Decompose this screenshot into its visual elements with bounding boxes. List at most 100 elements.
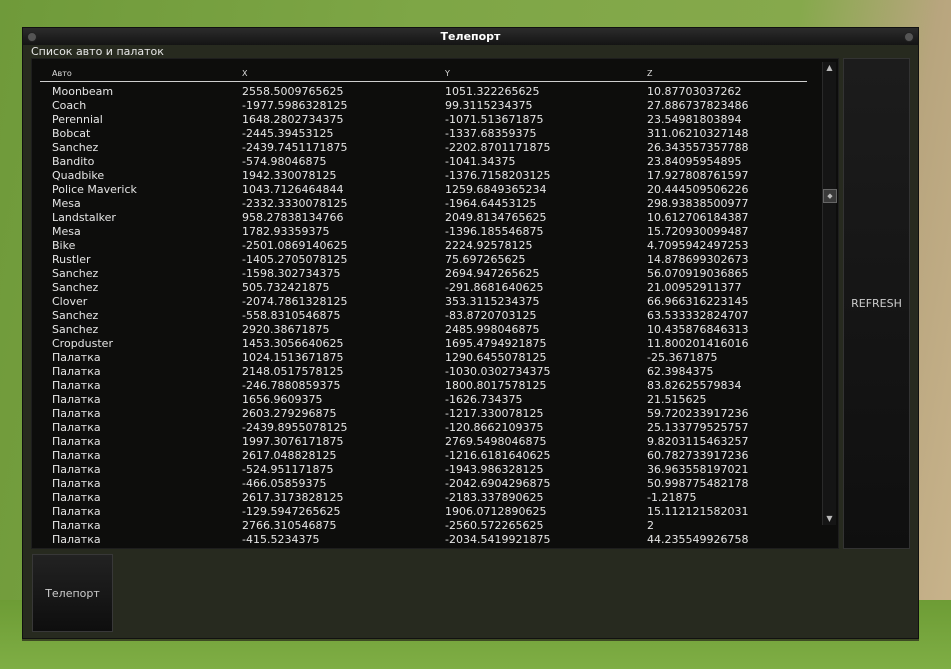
cell-name: Bobcat: [52, 127, 91, 140]
cell-y: -2034.5419921875: [445, 533, 551, 546]
cell-z: 36.963558197021: [647, 463, 749, 476]
column-header-x[interactable]: X: [242, 69, 247, 78]
cell-y: -1626.734375: [445, 393, 523, 406]
cell-y: 99.3115234375: [445, 99, 533, 112]
cell-y: 2049.8134765625: [445, 211, 547, 224]
cell-z: 11.800201416016: [647, 337, 749, 350]
cell-name: Палатка: [52, 533, 101, 546]
list-row[interactable]: Sanchez 2920.38671875 2485.998046875 10.435…: [40, 323, 807, 337]
list-row[interactable]: Палатка -524.951171875 -1943.986328125 36.9…: [40, 463, 807, 477]
list-row[interactable]: Sanchez -558.8310546875 -83.8720703125 63.5…: [40, 309, 807, 323]
list-row[interactable]: Палатка 1656.9609375 -1626.734375 21.515625: [40, 393, 807, 407]
cell-y: -2202.8701171875: [445, 141, 551, 154]
list-row[interactable]: Палатка 2617.048828125 -1216.6181640625 60.…: [40, 449, 807, 463]
column-header-z[interactable]: Z: [647, 69, 652, 78]
cell-z: 10.612706184387: [647, 211, 749, 224]
cell-y: 1906.0712890625: [445, 505, 547, 518]
list-row[interactable]: Палатка 1024.1513671875 1290.6455078125 -25…: [40, 351, 807, 365]
cell-x: 2920.38671875: [242, 323, 330, 336]
cell-name: Палатка: [52, 351, 101, 364]
cell-z: -1.21875: [647, 491, 697, 504]
cell-x: 1648.2802734375: [242, 113, 344, 126]
list-row[interactable]: Perennial 1648.2802734375 -1071.513671875 2…: [40, 113, 807, 127]
cell-z: 27.886737823486: [647, 99, 749, 112]
cell-x: -2074.7861328125: [242, 295, 348, 308]
list-row[interactable]: Палатка 2617.3173828125 -2183.337890625 -1.…: [40, 491, 807, 505]
scroll-up-arrow-icon[interactable]: ▲: [823, 62, 836, 74]
cell-name: Палатка: [52, 491, 101, 504]
vehicle-list[interactable]: Авто X Y Z Moonbeam 2558.5009765625 1051.3…: [31, 58, 839, 549]
scroll-down-arrow-icon[interactable]: ▼: [823, 513, 836, 525]
refresh-button[interactable]: REFRESH: [843, 58, 910, 549]
list-row[interactable]: Палатка -466.05859375 -2042.6904296875 50.9…: [40, 477, 807, 491]
column-header-y[interactable]: Y: [445, 69, 450, 78]
list-row[interactable]: Moonbeam 2558.5009765625 1051.322265625 10.…: [40, 85, 807, 99]
cell-name: Quadbike: [52, 169, 105, 182]
list-row[interactable]: Палатка 1997.3076171875 2769.5498046875 9.8…: [40, 435, 807, 449]
list-row[interactable]: Палатка -2439.8955078125 -120.8662109375 25…: [40, 421, 807, 435]
cell-name: Cropduster: [52, 337, 113, 350]
cell-z: 44.235549926758: [647, 533, 749, 546]
cell-z: 15.720930099487: [647, 225, 749, 238]
cell-z: 4.7095942497253: [647, 239, 749, 252]
cell-name: Палатка: [52, 463, 101, 476]
cell-name: Bike: [52, 239, 76, 252]
list-row[interactable]: Палатка 2148.0517578125 -1030.0302734375 62…: [40, 365, 807, 379]
cell-z: 23.54981803894: [647, 113, 742, 126]
list-row[interactable]: Палатка 2766.310546875 -2560.572265625 2: [40, 519, 807, 533]
window-close-icon[interactable]: [904, 32, 914, 42]
list-row[interactable]: Палатка 2603.279296875 -1217.330078125 59.7…: [40, 407, 807, 421]
list-row[interactable]: Cropduster 1453.3056640625 1695.4794921875…: [40, 337, 807, 351]
cell-name: Палатка: [52, 365, 101, 378]
scrollbar[interactable]: ▲ ◆ ▼: [822, 62, 837, 525]
cell-y: 1800.8017578125: [445, 379, 547, 392]
cell-name: Палатка: [52, 505, 101, 518]
cell-x: -415.5234375: [242, 533, 320, 546]
cell-z: 9.8203115463257: [647, 435, 749, 448]
list-row[interactable]: Sanchez 505.732421875 -291.8681640625 21.00…: [40, 281, 807, 295]
cell-x: -524.951171875: [242, 463, 334, 476]
cell-x: 958.27838134766: [242, 211, 344, 224]
cell-z: 25.133779525757: [647, 421, 749, 434]
cell-x: -129.5947265625: [242, 505, 341, 518]
cell-name: Sanchez: [52, 281, 99, 294]
cell-y: -120.8662109375: [445, 421, 544, 434]
cell-y: 1259.6849365234: [445, 183, 547, 196]
cell-y: -1396.185546875: [445, 225, 544, 238]
cell-name: Rustler: [52, 253, 91, 266]
list-row[interactable]: Sanchez -2439.7451171875 -2202.8701171875 2…: [40, 141, 807, 155]
cell-z: 83.82625579834: [647, 379, 742, 392]
list-row[interactable]: Mesa -2332.3330078125 -1964.64453125 298.93…: [40, 197, 807, 211]
cell-x: -2332.3330078125: [242, 197, 348, 210]
list-row[interactable]: Sanchez -1598.302734375 2694.947265625 56.0…: [40, 267, 807, 281]
list-row[interactable]: Bike -2501.0869140625 2224.92578125 4.70959…: [40, 239, 807, 253]
list-row[interactable]: Mesa 1782.93359375 -1396.185546875 15.72093…: [40, 225, 807, 239]
list-row[interactable]: Bandito -574.98046875 -1041.34375 23.840959…: [40, 155, 807, 169]
list-row[interactable]: Landstalker 958.27838134766 2049.813476562…: [40, 211, 807, 225]
cell-y: -1337.68359375: [445, 127, 537, 140]
list-header: Авто X Y Z: [40, 69, 807, 82]
cell-name: Палатка: [52, 477, 101, 490]
list-row[interactable]: Police Maverick 1043.7126464844 1259.68493…: [40, 183, 807, 197]
cell-y: 353.3115234375: [445, 295, 540, 308]
cell-z: 63.533332824707: [647, 309, 749, 322]
list-row[interactable]: Палатка -129.5947265625 1906.0712890625 15.…: [40, 505, 807, 519]
cell-z: 23.84095954895: [647, 155, 742, 168]
list-row[interactable]: Coach -1977.5986328125 99.3115234375 27.886…: [40, 99, 807, 113]
scroll-thumb[interactable]: ◆: [823, 188, 837, 203]
column-header-name[interactable]: Авто: [52, 69, 72, 78]
cell-z: 66.966316223145: [647, 295, 749, 308]
cell-z: 20.444509506226: [647, 183, 749, 196]
cell-x: -574.98046875: [242, 155, 327, 168]
cell-z: 26.343557357788: [647, 141, 749, 154]
list-row[interactable]: Палатка -415.5234375 -2034.5419921875 44.23…: [40, 533, 807, 547]
title-bar[interactable]: Телепорт: [23, 28, 918, 45]
list-row[interactable]: Rustler -1405.2705078125 75.697265625 14.87…: [40, 253, 807, 267]
teleport-button[interactable]: Телепорт: [32, 554, 113, 632]
teleport-window: Телепорт Список авто и палаток Авто X Y …: [22, 27, 919, 639]
list-row[interactable]: Палатка -246.7880859375 1800.8017578125 83.…: [40, 379, 807, 393]
list-row[interactable]: Quadbike 1942.330078125 -1376.7158203125 17…: [40, 169, 807, 183]
list-row[interactable]: Bobcat -2445.39453125 -1337.68359375 311.06…: [40, 127, 807, 141]
list-row[interactable]: Clover -2074.7861328125 353.3115234375 66.9…: [40, 295, 807, 309]
cell-z: 50.998775482178: [647, 477, 749, 490]
